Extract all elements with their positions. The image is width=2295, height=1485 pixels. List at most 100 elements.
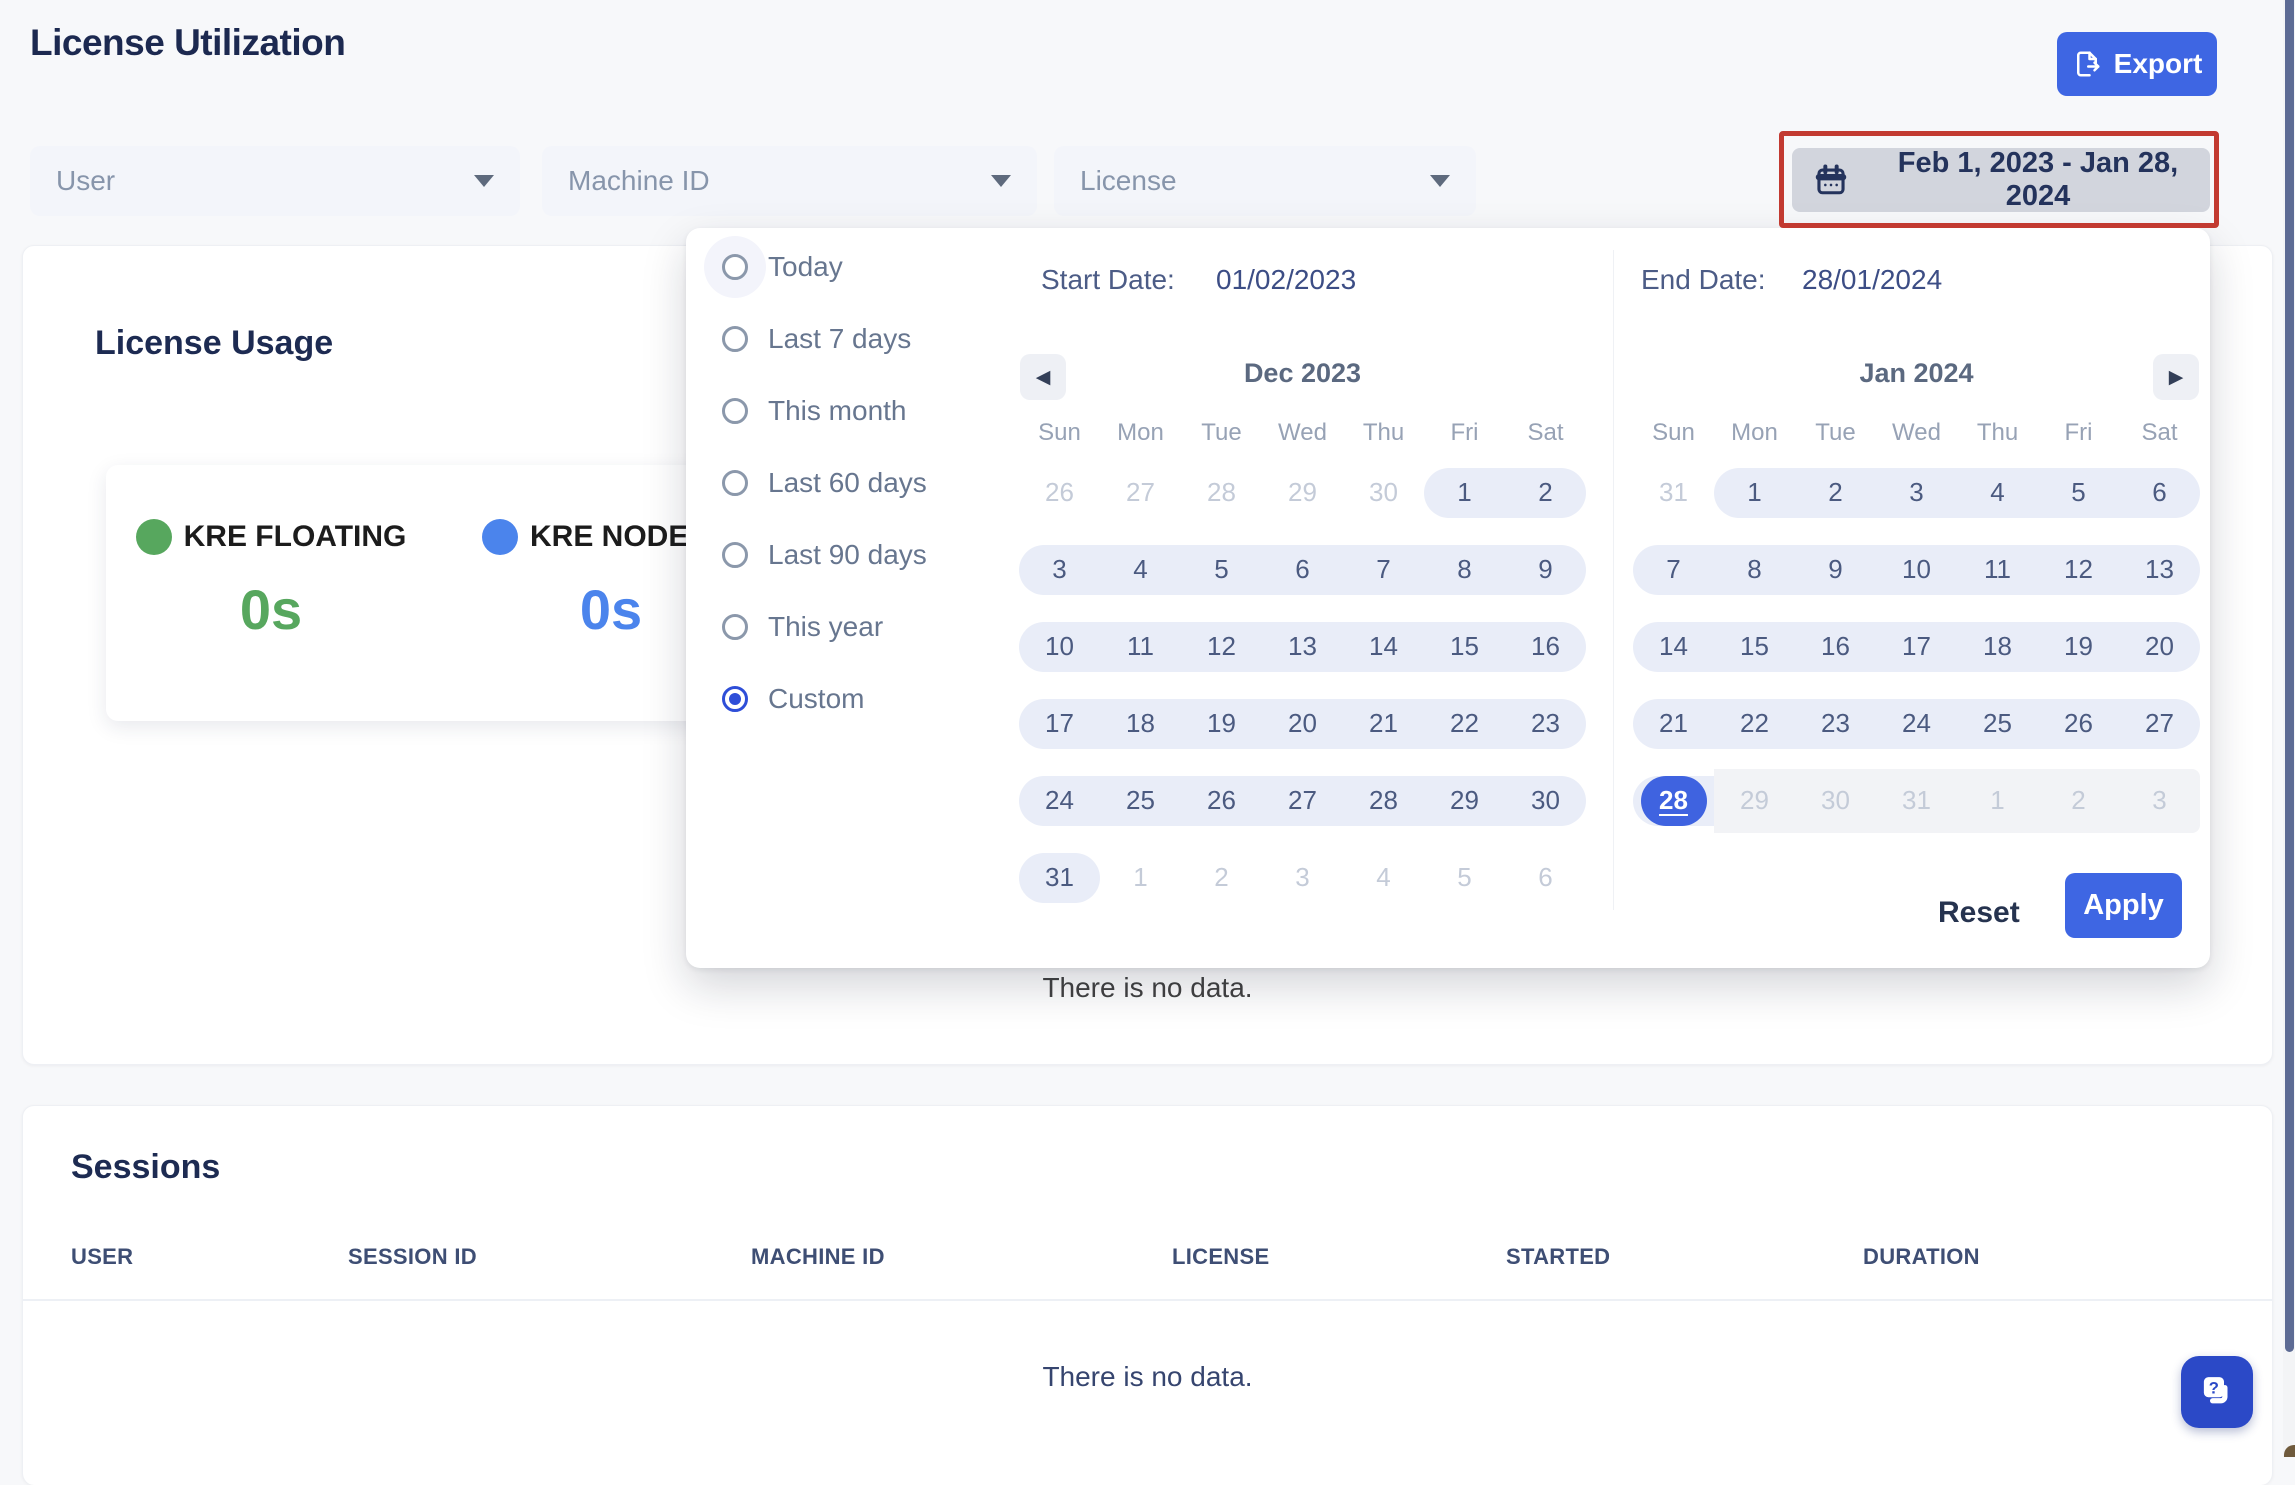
day-cell[interactable]: 26 xyxy=(1019,454,1100,531)
day-cell[interactable]: 10 xyxy=(1876,531,1957,608)
day-cell[interactable]: 18 xyxy=(1957,608,2038,685)
day-cell[interactable]: 5 xyxy=(2038,454,2119,531)
day-cell[interactable]: 20 xyxy=(1262,685,1343,762)
day-cell[interactable]: 6 xyxy=(1262,531,1343,608)
day-cell[interactable]: 19 xyxy=(2038,608,2119,685)
day-cell[interactable]: 31 xyxy=(1633,454,1714,531)
radio-icon[interactable] xyxy=(722,614,748,640)
day-cell[interactable]: 30 xyxy=(1795,762,1876,839)
day-cell[interactable]: 4 xyxy=(1957,454,2038,531)
day-cell[interactable]: 11 xyxy=(1100,608,1181,685)
day-cell[interactable]: 29 xyxy=(1262,454,1343,531)
day-cell[interactable]: 22 xyxy=(1714,685,1795,762)
radio-icon[interactable] xyxy=(722,542,748,568)
day-cell[interactable]: 2 xyxy=(2038,762,2119,839)
day-cell[interactable]: 23 xyxy=(1795,685,1876,762)
day-cell[interactable]: 2 xyxy=(1181,839,1262,916)
day-cell[interactable]: 3 xyxy=(1262,839,1343,916)
day-cell[interactable]: 18 xyxy=(1100,685,1181,762)
day-cell[interactable]: 26 xyxy=(2038,685,2119,762)
day-cell[interactable]: 31 xyxy=(1019,839,1100,916)
day-cell[interactable]: 6 xyxy=(2119,454,2200,531)
day-cell[interactable]: 30 xyxy=(1343,454,1424,531)
day-cell[interactable]: 9 xyxy=(1505,531,1586,608)
preset-option-custom[interactable]: Custom xyxy=(706,676,927,722)
radio-icon[interactable] xyxy=(722,470,748,496)
day-cell[interactable]: 4 xyxy=(1100,531,1181,608)
export-button[interactable]: Export xyxy=(2057,32,2217,96)
machine-id-filter-dropdown[interactable]: Machine ID xyxy=(542,146,1037,216)
day-cell[interactable]: 5 xyxy=(1424,839,1505,916)
preset-option-last-90-days[interactable]: Last 90 days xyxy=(706,532,927,578)
preset-option-this-year[interactable]: This year xyxy=(706,604,927,650)
day-cell[interactable]: 21 xyxy=(1633,685,1714,762)
day-cell[interactable]: 5 xyxy=(1181,531,1262,608)
day-cell[interactable]: 7 xyxy=(1343,531,1424,608)
day-cell[interactable]: 30 xyxy=(1505,762,1586,839)
day-cell[interactable]: 16 xyxy=(1795,608,1876,685)
preset-option-last-60-days[interactable]: Last 60 days xyxy=(706,460,927,506)
day-cell[interactable]: 12 xyxy=(2038,531,2119,608)
day-cell[interactable]: 6 xyxy=(1505,839,1586,916)
start-date-value[interactable]: 01/02/2023 xyxy=(1216,264,1356,296)
scrollbar-thumb[interactable] xyxy=(2285,0,2294,1352)
day-cell[interactable]: 2 xyxy=(1505,454,1586,531)
day-cell[interactable]: 17 xyxy=(1876,608,1957,685)
day-cell[interactable]: 1 xyxy=(1714,454,1795,531)
day-cell[interactable]: 1 xyxy=(1424,454,1505,531)
day-cell[interactable]: 31 xyxy=(1876,762,1957,839)
day-cell[interactable]: 19 xyxy=(1181,685,1262,762)
day-cell[interactable]: 24 xyxy=(1876,685,1957,762)
day-cell[interactable]: 3 xyxy=(1019,531,1100,608)
day-cell[interactable]: 24 xyxy=(1019,762,1100,839)
day-cell[interactable]: 29 xyxy=(1424,762,1505,839)
day-cell[interactable]: 28 xyxy=(1343,762,1424,839)
radio-icon[interactable] xyxy=(722,254,748,280)
day-cell[interactable]: 14 xyxy=(1633,608,1714,685)
day-cell[interactable]: 13 xyxy=(2119,531,2200,608)
day-cell[interactable]: 16 xyxy=(1505,608,1586,685)
date-range-button[interactable]: Feb 1, 2023 - Jan 28, 2024 xyxy=(1792,148,2210,212)
day-cell[interactable]: 15 xyxy=(1424,608,1505,685)
day-cell[interactable]: 1 xyxy=(1100,839,1181,916)
apply-button[interactable]: Apply xyxy=(2065,873,2182,938)
day-cell[interactable]: 1 xyxy=(1957,762,2038,839)
day-cell[interactable]: 2 xyxy=(1795,454,1876,531)
day-cell[interactable]: 22 xyxy=(1424,685,1505,762)
preset-option-last-7-days[interactable]: Last 7 days xyxy=(706,316,927,362)
day-cell[interactable]: 27 xyxy=(1262,762,1343,839)
day-cell[interactable]: 21 xyxy=(1343,685,1424,762)
day-cell[interactable]: 12 xyxy=(1181,608,1262,685)
day-cell[interactable]: 27 xyxy=(2119,685,2200,762)
day-cell[interactable]: 7 xyxy=(1633,531,1714,608)
day-cell[interactable]: 13 xyxy=(1262,608,1343,685)
day-cell[interactable]: 8 xyxy=(1714,531,1795,608)
day-cell[interactable]: 17 xyxy=(1019,685,1100,762)
radio-icon[interactable] xyxy=(722,326,748,352)
preset-option-this-month[interactable]: This month xyxy=(706,388,927,434)
preset-option-today[interactable]: Today xyxy=(706,244,927,290)
day-cell[interactable]: 26 xyxy=(1181,762,1262,839)
next-month-button[interactable]: ▶ xyxy=(2153,354,2199,400)
day-cell[interactable]: 3 xyxy=(1876,454,1957,531)
day-cell[interactable]: 25 xyxy=(1957,685,2038,762)
reset-button[interactable]: Reset xyxy=(1926,890,2032,936)
day-cell[interactable]: 28 xyxy=(1633,762,1714,839)
day-cell[interactable]: 4 xyxy=(1343,839,1424,916)
day-cell[interactable]: 28 xyxy=(1181,454,1262,531)
day-cell[interactable]: 8 xyxy=(1424,531,1505,608)
day-cell[interactable]: 11 xyxy=(1957,531,2038,608)
day-cell[interactable]: 3 xyxy=(2119,762,2200,839)
day-cell[interactable]: 23 xyxy=(1505,685,1586,762)
radio-icon[interactable] xyxy=(722,398,748,424)
radio-checked-icon[interactable] xyxy=(722,686,748,712)
day-cell[interactable]: 29 xyxy=(1714,762,1795,839)
day-cell[interactable]: 10 xyxy=(1019,608,1100,685)
day-cell[interactable]: 27 xyxy=(1100,454,1181,531)
day-cell[interactable]: 20 xyxy=(2119,608,2200,685)
day-cell[interactable]: 14 xyxy=(1343,608,1424,685)
help-button[interactable]: ? xyxy=(2181,1356,2253,1428)
day-cell[interactable]: 9 xyxy=(1795,531,1876,608)
day-cell[interactable]: 25 xyxy=(1100,762,1181,839)
day-cell[interactable]: 15 xyxy=(1714,608,1795,685)
